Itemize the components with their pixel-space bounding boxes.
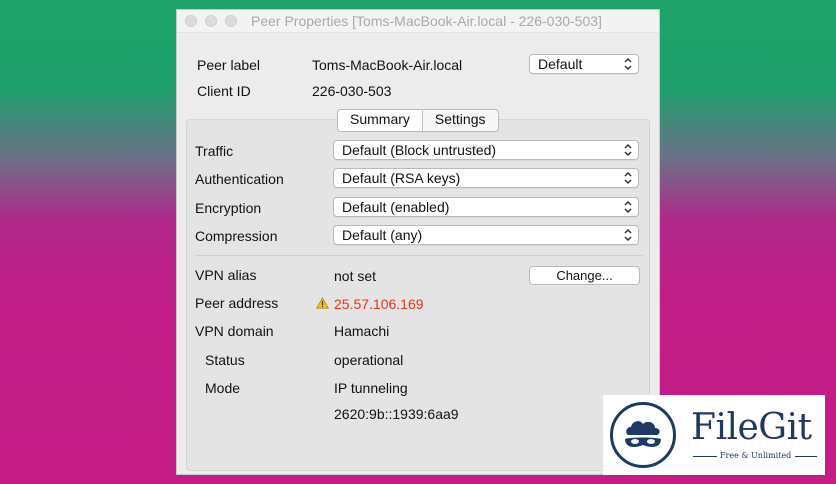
cloud-mask-icon: [625, 421, 661, 447]
zoom-window-button[interactable]: [225, 15, 237, 27]
warning-icon: [316, 297, 329, 309]
logo-circle: [610, 402, 676, 468]
authentication-select[interactable]: Default (RSA keys): [333, 168, 639, 188]
authentication-label: Authentication: [195, 171, 284, 187]
peer-properties-window: Peer Properties [Toms-MacBook-Air.local …: [176, 9, 660, 475]
vpn-alias-value: not set: [334, 268, 377, 284]
peer-label-select-value: Default: [538, 56, 583, 72]
client-id-label: Client ID: [197, 83, 251, 99]
tab-bar: Summary Settings: [337, 109, 499, 132]
client-id-value: 226-030-503: [312, 83, 392, 99]
chevron-updown-icon: [624, 228, 632, 242]
tab-settings[interactable]: Settings: [423, 110, 498, 131]
vpn-alias-label: VPN alias: [195, 267, 257, 283]
compression-select-value: Default (any): [342, 227, 423, 243]
close-window-button[interactable]: [185, 15, 197, 27]
window-title: Peer Properties [Toms-MacBook-Air.local …: [251, 13, 602, 29]
status-value: operational: [334, 352, 404, 368]
peer-label-select[interactable]: Default: [529, 54, 639, 74]
traffic-label: Traffic: [195, 143, 234, 159]
peer-address-value: 25.57.106.169: [334, 296, 424, 312]
brand-name: FileGit: [691, 407, 812, 448]
divider: [195, 255, 643, 256]
change-alias-button[interactable]: Change...: [529, 266, 640, 285]
peer-label-label: Peer label: [197, 57, 261, 73]
ipv6-address-value: 2620:9b::1939:6aa9: [334, 406, 459, 422]
mode-value: IP tunneling: [334, 380, 408, 396]
compression-select[interactable]: Default (any): [333, 225, 639, 245]
peer-label-value: Toms-MacBook-Air.local: [312, 57, 463, 73]
brand-tagline: Free & Unlimited: [720, 451, 792, 460]
filegit-watermark: FileGit Free & Unlimited: [603, 395, 825, 475]
tagline-rule-left: [693, 456, 717, 457]
chevron-updown-icon: [624, 200, 632, 214]
encryption-select-value: Default (enabled): [342, 199, 450, 215]
minimize-window-button[interactable]: [205, 15, 217, 27]
authentication-select-value: Default (RSA keys): [342, 170, 461, 186]
encryption-select[interactable]: Default (enabled): [333, 197, 639, 217]
traffic-select-value: Default (Block untrusted): [342, 142, 497, 158]
traffic-select[interactable]: Default (Block untrusted): [333, 140, 639, 160]
tab-summary[interactable]: Summary: [338, 110, 423, 131]
chevron-updown-icon: [624, 171, 632, 185]
status-label: Status: [205, 352, 245, 368]
chevron-updown-icon: [624, 57, 632, 71]
tagline-rule-right: [795, 456, 817, 457]
title-bar: Peer Properties [Toms-MacBook-Air.local …: [177, 10, 659, 33]
compression-label: Compression: [195, 228, 278, 244]
vpn-domain-value: Hamachi: [334, 323, 390, 339]
encryption-label: Encryption: [195, 200, 262, 216]
mode-label: Mode: [205, 380, 241, 396]
vpn-domain-label: VPN domain: [195, 323, 274, 339]
peer-address-label: Peer address: [195, 295, 279, 311]
chevron-updown-icon: [624, 143, 632, 157]
